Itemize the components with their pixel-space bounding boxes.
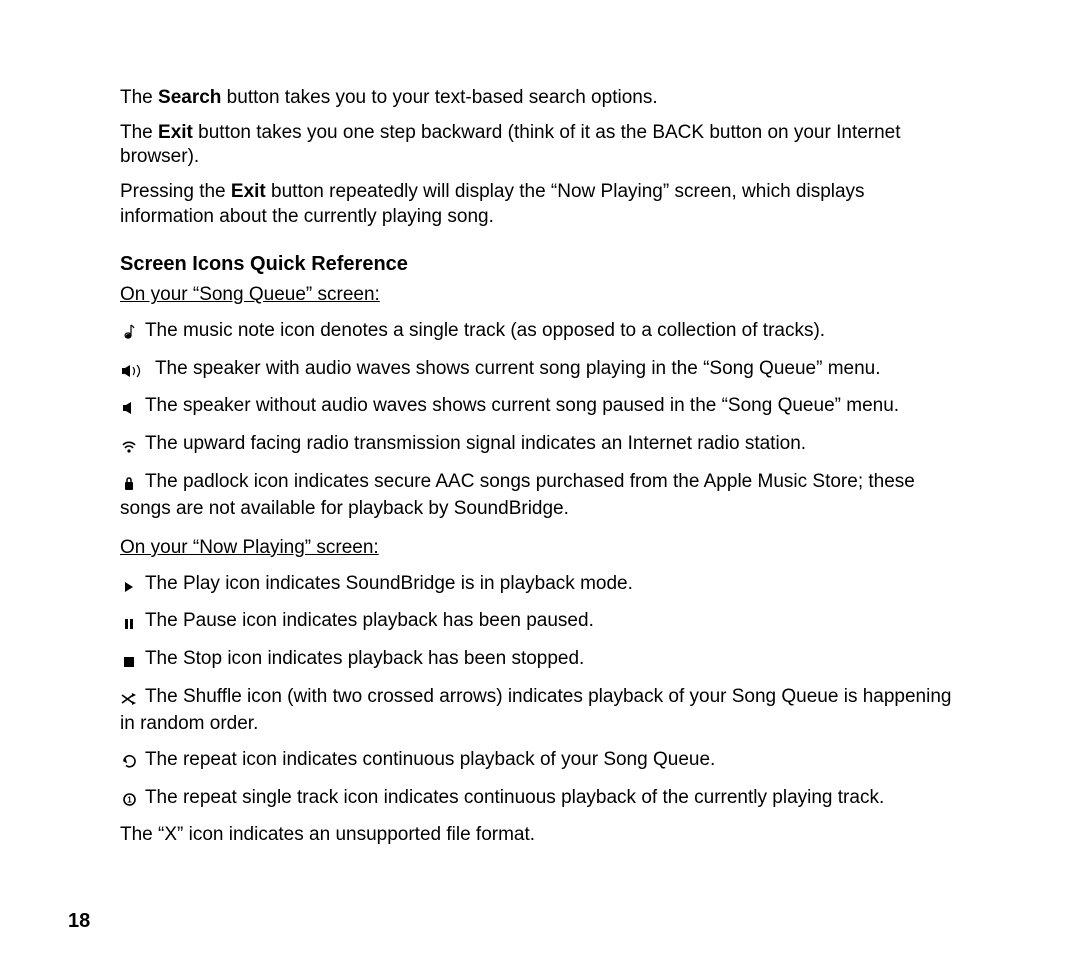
pause-icon bbox=[120, 610, 138, 636]
music-note-icon bbox=[120, 320, 138, 346]
line-padlock: The padlock icon indicates secure AAC so… bbox=[120, 469, 960, 522]
line-radio: The upward facing radio transmission sig… bbox=[120, 431, 960, 459]
radio-signal-icon bbox=[120, 433, 138, 459]
subhead-song-queue: On your “Song Queue” screen: bbox=[120, 283, 960, 308]
svg-text:1: 1 bbox=[127, 795, 132, 804]
repeat-single-icon: 1 bbox=[120, 787, 138, 813]
shuffle-icon bbox=[120, 686, 138, 712]
text: button takes you to your text-based sear… bbox=[221, 87, 657, 108]
padlock-icon bbox=[120, 471, 138, 497]
para-exit-back: The Exit button takes you one step backw… bbox=[120, 121, 960, 170]
bold-exit: Exit bbox=[231, 181, 266, 202]
subhead-now-playing: On your “Now Playing” screen: bbox=[120, 536, 960, 561]
desc-text: The speaker with audio waves shows curre… bbox=[155, 358, 881, 379]
desc-text: The repeat single track icon indicates c… bbox=[145, 787, 884, 808]
line-stop: The Stop icon indicates playback has bee… bbox=[120, 646, 960, 674]
desc-text: The “X” icon indicates an unsupported fi… bbox=[120, 824, 535, 845]
desc-text: The Stop icon indicates playback has bee… bbox=[145, 648, 584, 669]
underline-label: On your “Song Queue” screen: bbox=[120, 284, 380, 305]
desc-text: The speaker without audio waves shows cu… bbox=[145, 395, 899, 416]
text: The bbox=[120, 87, 158, 108]
bold-search: Search bbox=[158, 87, 221, 108]
speaker-paused-icon bbox=[120, 395, 138, 421]
line-repeat: The repeat icon indicates continuous pla… bbox=[120, 747, 960, 775]
line-shuffle: The Shuffle icon (with two crossed arrow… bbox=[120, 684, 960, 737]
stop-icon bbox=[120, 648, 138, 674]
desc-text: The Shuffle icon (with two crossed arrow… bbox=[120, 686, 951, 735]
para-exit-nowplaying: Pressing the Exit button repeatedly will… bbox=[120, 180, 960, 229]
desc-text: The padlock icon indicates secure AAC so… bbox=[120, 471, 915, 520]
heading-screen-icons: Screen Icons Quick Reference bbox=[120, 251, 960, 277]
line-speaker-waves: The speaker with audio waves shows curre… bbox=[120, 356, 960, 384]
line-music-note: The music note icon denotes a single tra… bbox=[120, 318, 960, 346]
line-unsupported: The “X” icon indicates an unsupported fi… bbox=[120, 822, 960, 848]
page-number: 18 bbox=[68, 908, 90, 934]
desc-text: The upward facing radio transmission sig… bbox=[145, 433, 806, 454]
desc-text: The Play icon indicates SoundBridge is i… bbox=[145, 573, 633, 594]
bold-exit: Exit bbox=[158, 122, 193, 143]
manual-page: The Search button takes you to your text… bbox=[0, 0, 1080, 976]
desc-text: The music note icon denotes a single tra… bbox=[145, 320, 825, 341]
play-icon bbox=[120, 573, 138, 599]
para-search: The Search button takes you to your text… bbox=[120, 86, 960, 111]
text: button takes you one step backward (thin… bbox=[120, 122, 901, 168]
text: The bbox=[120, 122, 158, 143]
underline-label: On your “Now Playing” screen: bbox=[120, 537, 379, 558]
line-play: The Play icon indicates SoundBridge is i… bbox=[120, 571, 960, 599]
desc-text: The repeat icon indicates continuous pla… bbox=[145, 749, 715, 770]
line-repeat-single: 1 The repeat single track icon indicates… bbox=[120, 785, 960, 813]
text: Pressing the bbox=[120, 181, 231, 202]
desc-text: The Pause icon indicates playback has be… bbox=[145, 610, 594, 631]
line-pause: The Pause icon indicates playback has be… bbox=[120, 608, 960, 636]
speaker-playing-icon bbox=[120, 358, 148, 384]
line-speaker-no-waves: The speaker without audio waves shows cu… bbox=[120, 393, 960, 421]
repeat-icon bbox=[120, 749, 138, 775]
